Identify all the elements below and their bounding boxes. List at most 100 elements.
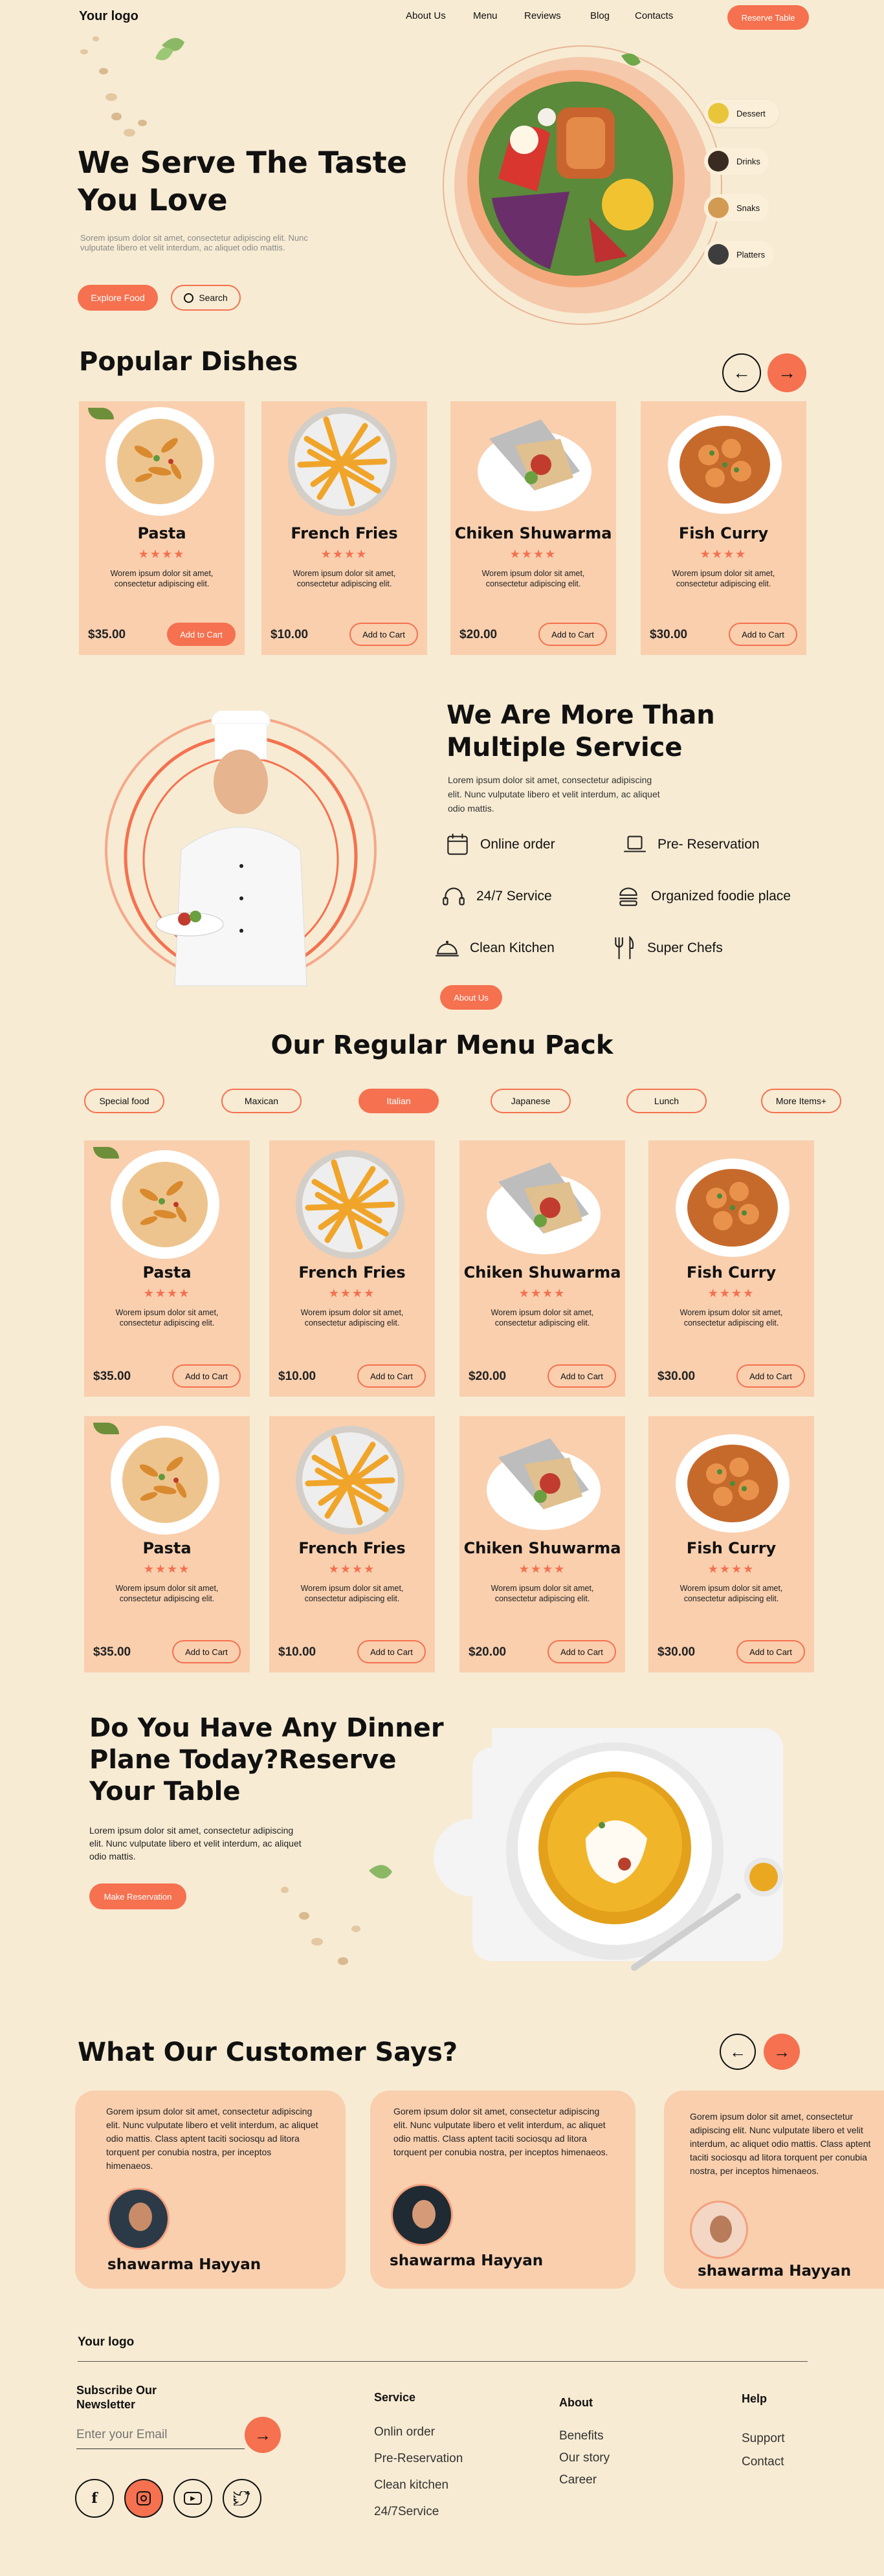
add-to-cart-button[interactable]: Add to Cart [729,623,797,646]
next-arrow-button[interactable]: → [768,353,806,392]
dish-price: $30.00 [657,1645,696,1659]
make-reservation-button[interactable]: Make Reservation [89,1883,186,1909]
filter-more-items[interactable]: More Items+ [761,1089,841,1113]
footer-link[interactable]: Our story [559,2451,610,2465]
testimonial-card: Gorem ipsum dolor sit amet, consectetur … [664,2091,884,2289]
prev-arrow-button[interactable]: ← [722,353,761,392]
rating-stars: ★★★★ [143,1287,191,1300]
nav-about[interactable]: About Us [406,10,446,21]
category-drinks[interactable]: Drinks [704,148,769,175]
dish-card: Fish Curry ★★★★ Worem ipsum dolor sit amet… [648,1416,814,1672]
twitter-button[interactable] [223,2479,261,2518]
filter-japanese[interactable]: Japanese [491,1089,571,1113]
platters-icon [708,244,729,265]
footer-divider [78,2361,808,2362]
dish-description: Worem ipsum dolor sit amet, consectetur … [491,1584,594,1603]
footer-link[interactable]: Support [742,2432,785,2446]
dish-name: French Fries [298,1263,406,1282]
dish-card: Fish Curry ★★★★ Worem ipsum dolor sit amet… [648,1140,814,1397]
footer-link[interactable]: Career [559,2473,610,2487]
facebook-button[interactable]: f [75,2479,114,2518]
footer-col-about: About Benefits Our story Career [559,2396,610,2500]
dish-image [105,407,214,516]
testimonial-next-button[interactable]: → [764,2034,800,2070]
add-to-cart-button[interactable]: Add to Cart [172,1640,241,1663]
footer-col-title: Service [374,2391,416,2404]
nav-blog[interactable]: Blog [590,10,610,21]
service-pre-reservation: Pre- Reservation [621,831,760,858]
category-snacks[interactable]: Snaks [704,194,769,221]
services-title: We Are More Than Multiple Service [447,699,715,764]
footer-col-service: Service Onlin order Pre-Reservation Clea… [374,2391,463,2531]
dish-name: Fish Curry [686,1539,777,1557]
nav-reviews[interactable]: Reviews [524,10,561,21]
filter-mexican[interactable]: Maxican [221,1089,302,1113]
subscribe-title: Subscribe Our Newsletter [76,2384,157,2411]
soup-bowl-image [434,1728,783,1971]
search-icon [184,293,194,303]
category-platters[interactable]: Platters [704,241,774,268]
menu-title: Our Regular Menu Pack [271,1030,613,1060]
footer-link[interactable]: Pre-Reservation [374,2452,463,2466]
dessert-icon [708,103,729,124]
hero-salad-bowl [443,45,722,325]
instagram-button[interactable] [124,2479,163,2518]
footer-logo[interactable]: Your logo [78,2335,134,2349]
explore-food-button[interactable]: Explore Food [78,285,158,311]
service-label: 24/7 Service [476,889,552,904]
rating-stars: ★★★★ [518,1562,566,1575]
customer-name: shawarma Hayyan [698,2263,852,2280]
service-foodie-place: Organized foodie place [615,883,791,910]
dish-card: Chiken Shuwarma ★★★★ Worem ipsum dolor sit… [459,1416,625,1672]
filter-italian[interactable]: Italian [359,1089,439,1113]
dish-card: French Fries ★★★★ Worem ipsum dolor sit am… [269,1140,435,1397]
dish-description: Worem ipsum dolor sit amet, consectetur … [115,1584,219,1603]
dish-description: Worem ipsum dolor sit amet, consectetur … [300,1584,404,1603]
dish-description: Worem ipsum dolor sit amet, consectetur … [293,569,396,588]
dish-price: $10.00 [271,628,309,641]
dish-price: $20.00 [459,628,498,641]
service-online-order: Online order [444,831,555,858]
search-button[interactable]: Search [171,285,241,311]
dish-name: Chiken Shuwarma [463,1263,621,1282]
add-to-cart-button[interactable]: Add to Cart [349,623,418,646]
reserve-table-button[interactable]: Reserve Table [727,5,809,30]
add-to-cart-button[interactable]: Add to Cart [547,1640,616,1663]
add-to-cart-button[interactable]: Add to Cart [357,1640,426,1663]
subscribe-button[interactable]: → [245,2417,281,2453]
dish-name: Pasta [142,1539,192,1557]
twitter-icon [234,2491,250,2505]
footer-link[interactable]: Benefits [559,2429,610,2443]
add-to-cart-button[interactable]: Add to Cart [167,623,236,646]
laptop-icon [624,836,646,852]
footer-link[interactable]: Clean kitchen [374,2478,463,2493]
service-label: Organized foodie place [651,889,791,904]
add-to-cart-button[interactable]: Add to Cart [172,1364,241,1388]
dish-price: $10.00 [278,1370,316,1383]
nav-contacts[interactable]: Contacts [635,10,673,21]
reserve-title-line2: Plane Today?Reserve [89,1745,397,1775]
youtube-button[interactable]: ▶ [173,2479,212,2518]
dish-name: Chiken Shuwarma [463,1539,621,1557]
email-input[interactable] [76,2421,245,2449]
headset-icon [443,887,465,905]
leaf-decoration [93,1147,119,1159]
logo[interactable]: Your logo [79,9,138,24]
footer-link[interactable]: 24/7Service [374,2505,463,2519]
dish-price: $20.00 [469,1645,507,1659]
filter-lunch[interactable]: Lunch [626,1089,707,1113]
nav-menu[interactable]: Menu [473,10,498,21]
add-to-cart-button[interactable]: Add to Cart [538,623,607,646]
add-to-cart-button[interactable]: Add to Cart [736,1640,805,1663]
add-to-cart-button[interactable]: Add to Cart [736,1364,805,1388]
footer-link[interactable]: Contact [742,2455,785,2469]
add-to-cart-button[interactable]: Add to Cart [547,1364,616,1388]
footer-link[interactable]: Onlin order [374,2425,463,2439]
category-dessert[interactable]: Dessert [704,100,779,127]
about-us-button[interactable]: About Us [440,985,502,1010]
dish-image [288,407,397,516]
testimonial-prev-button[interactable]: ← [720,2034,756,2070]
hero-title: We Serve The Taste You Love [78,144,407,219]
add-to-cart-button[interactable]: Add to Cart [357,1364,426,1388]
filter-special-food[interactable]: Special food [84,1089,164,1113]
